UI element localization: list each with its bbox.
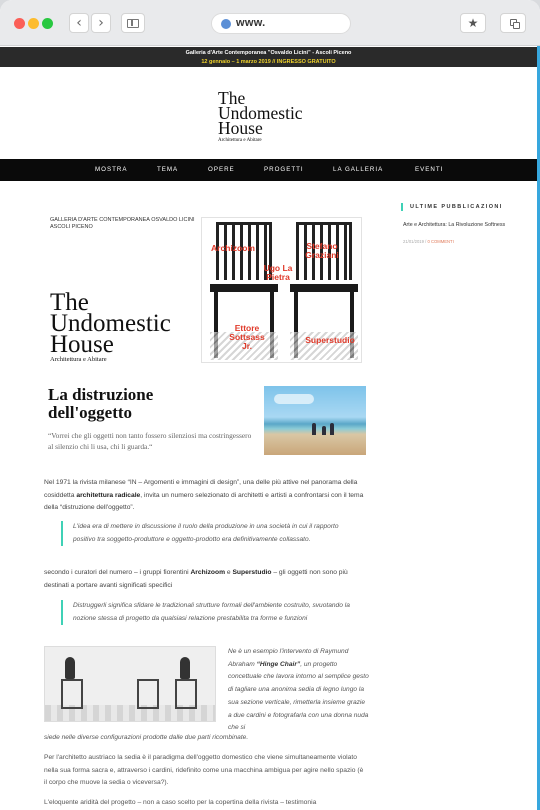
logo-line-3: House [218, 118, 263, 138]
hinge-chair-text-continued: siede nelle diverse configurazioni prodo… [44, 734, 249, 741]
label-superstudio: Superstudio [305, 335, 355, 345]
sidebar-icon [127, 19, 139, 28]
browser-toolbar: ‹ › www. ★ [0, 0, 540, 46]
gallery-name: GALLERIA D'ARTE CONTEMPORANEA OSVALDO LI… [50, 217, 195, 223]
sidebar-post-date: 21/01/2019 [403, 239, 424, 244]
superstudio-bold: Superstudio [232, 569, 272, 576]
gallery-caption: GALLERIA D'ARTE CONTEMPORANEA OSVALDO LI… [50, 217, 200, 231]
article-quote: “Vorrei che gli oggetti non tanto fosser… [48, 431, 252, 451]
nav-item-mostra[interactable]: MOSTRA [95, 166, 127, 173]
archizoom-bold: Archizoom [190, 569, 226, 576]
paragraph-curators-text-a: secondo i curatori del numero – i gruppi… [44, 569, 191, 576]
label-archizoom: Archizoom [211, 243, 255, 253]
label-stefano-graziani: Stefano Graziani [305, 241, 339, 260]
nav-item-tema[interactable]: TEMA [157, 166, 178, 173]
main-navigation: MOSTRA TEMA OPERE PROGETTI LA GALLERIA E… [0, 159, 537, 181]
browser-window: ‹ › www. ★ Galleria d'Arte Contemporanea… [0, 0, 540, 810]
chairs-poster-image: Archizoom Ugo La Pietra Stefano Graziani… [201, 217, 362, 363]
label-ettore-sottsass: Ettore Sottsass Jr. [229, 323, 265, 351]
nav-item-opere[interactable]: OPERE [208, 166, 235, 173]
blockquote-1: L'idea era di mettere in discussione il … [61, 521, 361, 546]
maximize-window-button[interactable] [42, 18, 53, 29]
url-text[interactable]: www. [236, 17, 266, 29]
sidebar-post-meta: 21/01/2019 / 0 COMMENTI [403, 239, 454, 244]
bookmark-button[interactable]: ★ [460, 13, 486, 33]
hinge-chair-text: Ne è un esempio l'intervento di Raymund … [228, 646, 370, 735]
article-title-line-1: La distruzione [48, 385, 154, 404]
close-window-button[interactable] [14, 18, 25, 29]
site-logo[interactable]: The Undomestic House Architettura e Abit… [218, 89, 303, 143]
hinge-chair-photo [44, 646, 216, 722]
forward-button[interactable]: › [91, 13, 111, 33]
hinge-chair-title: “Hinge Chair” [256, 660, 301, 668]
nav-item-la-galleria[interactable]: LA GALLERIA [333, 166, 383, 173]
hero-logo: The Undomestic House Architettura e Abit… [50, 290, 171, 363]
hero-logo-line-3: House [50, 331, 114, 358]
logo-subtitle: Architettura e Abitare [218, 138, 262, 143]
sidebar-toggle-button[interactable] [121, 13, 145, 33]
tabs-button[interactable] [500, 13, 526, 33]
chevron-right-icon: › [98, 15, 104, 31]
gallery-city: ASCOLI PICENO [50, 224, 93, 230]
label-ugo-la-pietra: Ugo La Pietra [263, 263, 293, 282]
back-button[interactable]: ‹ [69, 13, 89, 33]
globe-icon [221, 19, 231, 29]
sidebar-heading: ULTIME PUBBLICAZIONI [401, 203, 503, 211]
hinge-chair-text-b: , un progetto concettuale che lavora int… [228, 660, 369, 732]
paragraph-aridity: L'eloquente aridità del progetto – non a… [44, 799, 317, 806]
article-title: La distruzione dell'oggetto [48, 386, 238, 422]
chevron-left-icon: ‹ [76, 15, 82, 31]
address-bar[interactable]: www. [211, 13, 351, 34]
nav-item-progetti[interactable]: PROGETTI [264, 166, 304, 173]
beach-image [264, 386, 366, 455]
star-icon: ★ [467, 16, 479, 30]
blockquote-2: Distruggerli significa sfidare le tradiz… [61, 600, 361, 625]
sidebar-post-link[interactable]: Arte e Architettura: La Rivoluzione Soft… [403, 221, 513, 229]
article-title-line-2: dell'oggetto [48, 403, 133, 422]
paragraph-chair: Per l'architetto austriaco la sedia è il… [44, 754, 364, 786]
announcement-bar: Galleria d'Arte Contemporanea "Osvaldo L… [0, 47, 537, 67]
announcement-venue: Galleria d'Arte Contemporanea "Osvaldo L… [185, 50, 352, 56]
paragraph-curators: secondo i curatori del numero – i gruppi… [44, 567, 366, 592]
minimize-window-button[interactable] [28, 18, 39, 29]
sidebar-post-comments[interactable]: 0 COMMENTI [427, 239, 453, 244]
nav-item-eventi[interactable]: EVENTI [415, 166, 443, 173]
announcement-dates: 12 gennaio – 1 marzo 2019 // INGRESSO GR… [201, 59, 336, 65]
paragraph-intro-bold: architettura radicale [76, 491, 141, 499]
paragraph-intro: Nel 1971 la rivista milanese “IN – Argom… [44, 477, 366, 515]
